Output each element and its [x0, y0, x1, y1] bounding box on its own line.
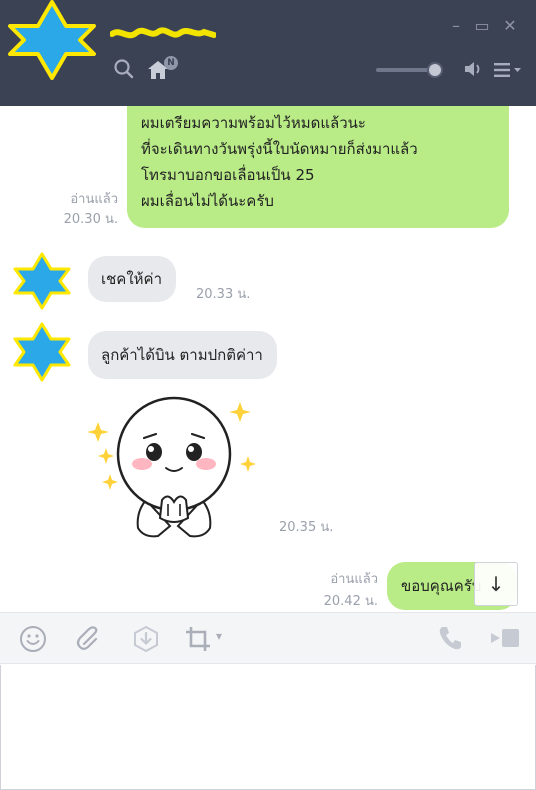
incoming-message-bubble[interactable]: เชคให้ค่า: [88, 256, 177, 302]
attach-icon[interactable]: [75, 625, 103, 653]
sender-avatar[interactable]: [12, 252, 72, 310]
sticker-pleading-face[interactable]: [84, 396, 264, 542]
arrow-down-icon: ↓: [487, 572, 505, 596]
message-line: ที่จะเดินทางวันพรุ่งนี้ใบนัดหมายก็ส่งมาแ…: [141, 140, 418, 158]
read-receipt: อ่านแล้ว: [70, 192, 118, 207]
sender-avatar[interactable]: [12, 322, 72, 382]
contact-avatar[interactable]: [4, 0, 100, 80]
incoming-message-bubble[interactable]: ลูกค้าได้บิน ตามปกติค่าา: [88, 331, 277, 379]
message-time: 20.33 น.: [196, 287, 251, 302]
outgoing-message-bubble[interactable]: ผมเตรียมความพร้อมไว้หมดแล้วนะ ที่จะเดินท…: [127, 106, 509, 228]
minimize-button[interactable]: –: [446, 16, 466, 36]
emoji-icon[interactable]: [19, 625, 47, 653]
call-icon[interactable]: [437, 625, 463, 651]
download-icon[interactable]: [132, 625, 160, 653]
message-time: 20.35 น.: [279, 520, 334, 535]
message-text: ลูกค้าได้บิน ตามปกติค่าา: [101, 346, 263, 364]
close-button[interactable]: ✕: [500, 16, 520, 36]
chevron-down-icon: ▾: [216, 629, 223, 643]
message-time: 20.30 น.: [63, 212, 118, 227]
message-line: ผมเตรียมความพร้อมไว้หมดแล้วนะ: [141, 114, 366, 132]
contact-name-redacted: [110, 27, 216, 39]
menu-icon[interactable]: [494, 62, 522, 78]
read-receipt: อ่านแล้ว: [330, 572, 378, 587]
title-bar: – ▭ ✕ N: [0, 0, 536, 106]
message-input[interactable]: [0, 665, 536, 790]
video-icon[interactable]: [490, 625, 520, 651]
home-button[interactable]: N: [146, 56, 182, 82]
volume-slider-handle[interactable]: [427, 62, 444, 78]
crop-icon: [186, 627, 210, 651]
crop-button[interactable]: ▾: [184, 625, 228, 653]
composer-toolbar: ▾: [0, 612, 536, 664]
home-badge: N: [164, 56, 178, 70]
search-icon[interactable]: [114, 58, 134, 80]
scroll-to-bottom-button[interactable]: ↓: [474, 562, 518, 606]
chat-history[interactable]: อ่านแล้ว 20.30 น. ผมเตรียมความพร้อมไว้หม…: [0, 106, 536, 612]
message-time: 20.42 น.: [323, 594, 378, 609]
volume-icon[interactable]: [464, 60, 484, 78]
message-text: เชคให้ค่า: [101, 270, 163, 288]
maximize-button[interactable]: ▭: [472, 16, 492, 36]
message-line: โทรมาบอกขอเลื่อนเป็น 25: [141, 166, 315, 184]
message-line: ผมเลื่อนไม่ได้นะครับ: [141, 192, 274, 210]
